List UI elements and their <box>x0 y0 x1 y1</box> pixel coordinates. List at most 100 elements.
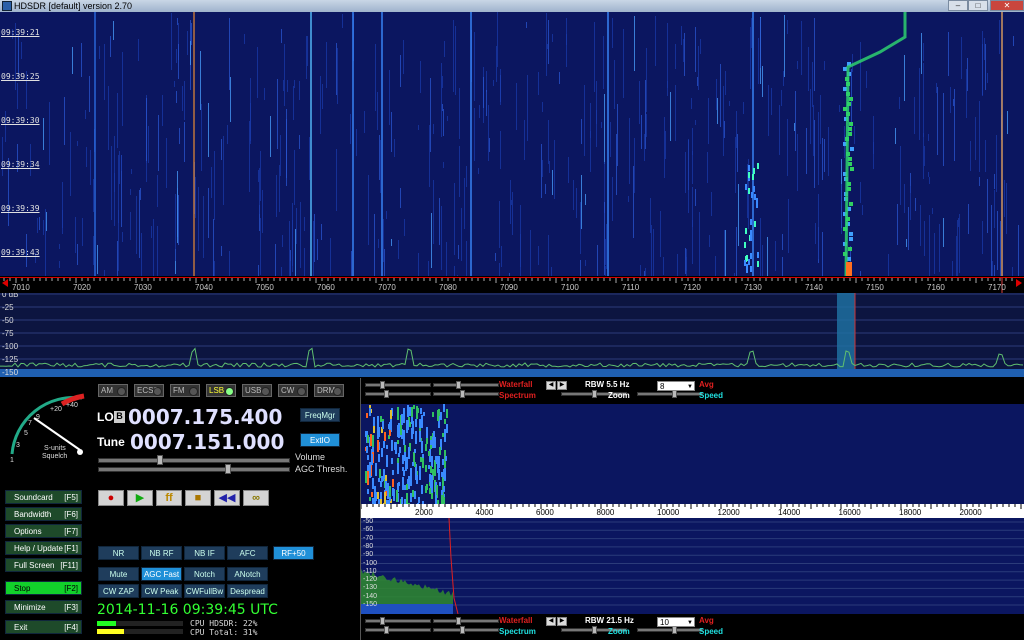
slider-thumb[interactable] <box>460 626 465 634</box>
rf-waterfall[interactable]: 09:39:21 09:39:25 09:39:30 09:39:34 09:39:39… <box>0 12 1024 276</box>
cpu-hdsdr-bar <box>97 621 183 626</box>
mode-button-ecss[interactable]: ECSS <box>134 384 164 397</box>
mode-led-icon <box>153 387 162 396</box>
rewind-button[interactable]: ◀◀ <box>214 490 240 506</box>
top_controls-slider-5[interactable] <box>637 390 703 398</box>
dsp-button-cwfullbw[interactable]: CWFullBw <box>184 584 225 598</box>
side-button-key: [F6] <box>64 510 78 519</box>
waterfall-canvas[interactable] <box>0 12 1024 276</box>
slider-thumb[interactable] <box>460 390 465 398</box>
agc-threshold-slider[interactable] <box>98 464 290 474</box>
volume-label: Volume <box>295 452 326 462</box>
record-button[interactable]: ● <box>98 490 124 506</box>
dsp-button-agc-fast[interactable]: AGC Fast <box>141 567 182 581</box>
right-arrow-icon[interactable]: ▶ <box>557 381 567 390</box>
dsp-button-rf-50[interactable]: RF+50 <box>273 546 314 560</box>
slider-thumb[interactable] <box>380 381 385 389</box>
side-button-minimize[interactable]: Minimize [F3] <box>5 600 82 614</box>
top_controls-slider-0[interactable] <box>365 381 431 389</box>
app-icon <box>2 1 12 11</box>
waterfall-time-label: 09:39:21 <box>1 28 40 37</box>
bottom_controls-slider-2[interactable] <box>433 617 499 625</box>
top_controls-slider-3[interactable] <box>433 390 499 398</box>
waterfall-time-label: 09:39:34 <box>1 160 40 169</box>
af-waterfall[interactable] <box>361 404 1024 504</box>
af-frequency-tick-label: 4000 <box>475 508 494 517</box>
slider-thumb[interactable] <box>672 626 677 634</box>
play-button[interactable]: ▶ <box>127 490 153 506</box>
side-button-full-screen[interactable]: Full Screen [F11] <box>5 558 82 572</box>
lo-vfo-badge[interactable]: B <box>114 411 125 423</box>
af-frequency-ruler[interactable]: 2000 4000 6000 8000 10000 12000 14000 16000 1800… <box>361 504 1024 518</box>
dsp-button-mute[interactable]: Mute <box>98 567 139 581</box>
top_controls-zoom-label: Zoom <box>608 391 630 400</box>
top_controls-slider-1[interactable] <box>365 390 431 398</box>
side-button-help-update[interactable]: Help / Update [F1] <box>5 541 82 555</box>
slider-thumb[interactable] <box>380 617 385 625</box>
top_controls-avg-combo[interactable]: 8 ▼ <box>657 381 695 391</box>
dsp-button-cw-zap[interactable]: CW ZAP <box>98 584 139 598</box>
mode-label: AM <box>101 386 113 395</box>
spectrum-db-label: -50 <box>2 316 14 325</box>
af-db-label: -120 <box>363 576 378 584</box>
side-button-bandwidth[interactable]: Bandwidth [F6] <box>5 507 82 521</box>
side-button-stop[interactable]: Stop [F2] <box>5 581 82 595</box>
stop-playback-button[interactable]: ■ <box>185 490 211 506</box>
left-arrow-icon[interactable]: ◀ <box>546 381 556 390</box>
extio-button[interactable]: ExtIO <box>300 433 340 447</box>
top_controls-rbw-label: RBW 5.5 Hz <box>585 380 630 389</box>
side-button-exit[interactable]: Exit [F4] <box>5 620 82 634</box>
fast-forward-button[interactable]: ff <box>156 490 182 506</box>
bottom_controls-avg-combo[interactable]: 10 ▼ <box>657 617 695 627</box>
slider-thumb[interactable] <box>384 626 389 634</box>
maximize-window-button[interactable]: □ <box>968 0 988 11</box>
mode-button-am[interactable]: AM <box>98 384 128 397</box>
af-db-label: -50 <box>363 518 374 525</box>
left-arrow-icon[interactable]: ◀ <box>546 617 556 626</box>
mode-button-lsb[interactable]: LSB <box>206 384 236 397</box>
right-arrow-icon[interactable]: ▶ <box>557 617 567 626</box>
dsp-button-cw-peak[interactable]: CW Peak <box>141 584 182 598</box>
slider-thumb[interactable] <box>672 390 677 398</box>
bottom_controls-slider-3[interactable] <box>433 626 499 634</box>
volume-slider[interactable] <box>98 455 290 465</box>
dsp-button-nr[interactable]: NR <box>98 546 139 560</box>
dsp-button-nb-rf[interactable]: NB RF <box>141 546 182 560</box>
lo-frequency[interactable]: 0007.175.400 <box>128 405 282 429</box>
top_controls-slider-2[interactable] <box>433 381 499 389</box>
side-button-label: Bandwidth <box>14 510 52 519</box>
mode-label: FM <box>173 386 185 395</box>
minimize-window-button[interactable]: – <box>948 0 968 11</box>
bottom_controls-slider-0[interactable] <box>365 617 431 625</box>
af-frequency-tick-label: 16000 <box>838 508 861 517</box>
close-window-button[interactable]: ✕ <box>990 0 1024 11</box>
dsp-button-nb-if[interactable]: NB IF <box>184 546 225 560</box>
dsp-button-anotch[interactable]: ANotch <box>227 567 268 581</box>
side-button-options[interactable]: Options [F7] <box>5 524 82 538</box>
mode-button-fm[interactable]: FM <box>170 384 200 397</box>
loop-button[interactable]: ∞ <box>243 490 269 506</box>
title-bar: HDSDR [default] version 2.70 – □ ✕ <box>0 0 1024 12</box>
slider-thumb[interactable] <box>384 390 389 398</box>
tune-frequency[interactable]: 0007.151.000 <box>130 430 284 454</box>
frequency-ruler[interactable]: 7010 7020 7030 7040 7050 7060 7070 7080 7090 7100… <box>0 277 1024 294</box>
slider-thumb[interactable] <box>592 390 597 398</box>
side-button-soundcard[interactable]: Soundcard [F5] <box>5 490 82 504</box>
af-spectrum[interactable]: -50 -60 -70 -80 -90 -100 -110 -120 -130 -140 -150 <box>361 518 1024 614</box>
freqmgr-button[interactable]: FreqMgr <box>300 408 340 422</box>
side-button-label: Stop <box>14 584 31 593</box>
bottom_controls-slider-5[interactable] <box>637 626 703 634</box>
frequency-tick-label: 7030 <box>134 283 152 292</box>
dsp-button-despread[interactable]: Despread <box>227 584 268 598</box>
rf-spectrum[interactable]: 0 dB -25 -50 -75 -100 -125 -150 <box>0 293 1024 377</box>
slider-thumb[interactable] <box>456 381 461 389</box>
slider-thumb[interactable] <box>456 617 461 625</box>
dsp-button-notch[interactable]: Notch <box>184 567 225 581</box>
mode-button-cw[interactable]: CW <box>278 384 308 397</box>
mode-button-usb[interactable]: USB <box>242 384 272 397</box>
dsp-button-afc[interactable]: AFC <box>227 546 268 560</box>
bottom_controls-slider-1[interactable] <box>365 626 431 634</box>
mode-button-drm[interactable]: DRM <box>314 384 344 397</box>
spectrum-db-label: -125 <box>2 355 19 364</box>
slider-thumb[interactable] <box>592 626 597 634</box>
